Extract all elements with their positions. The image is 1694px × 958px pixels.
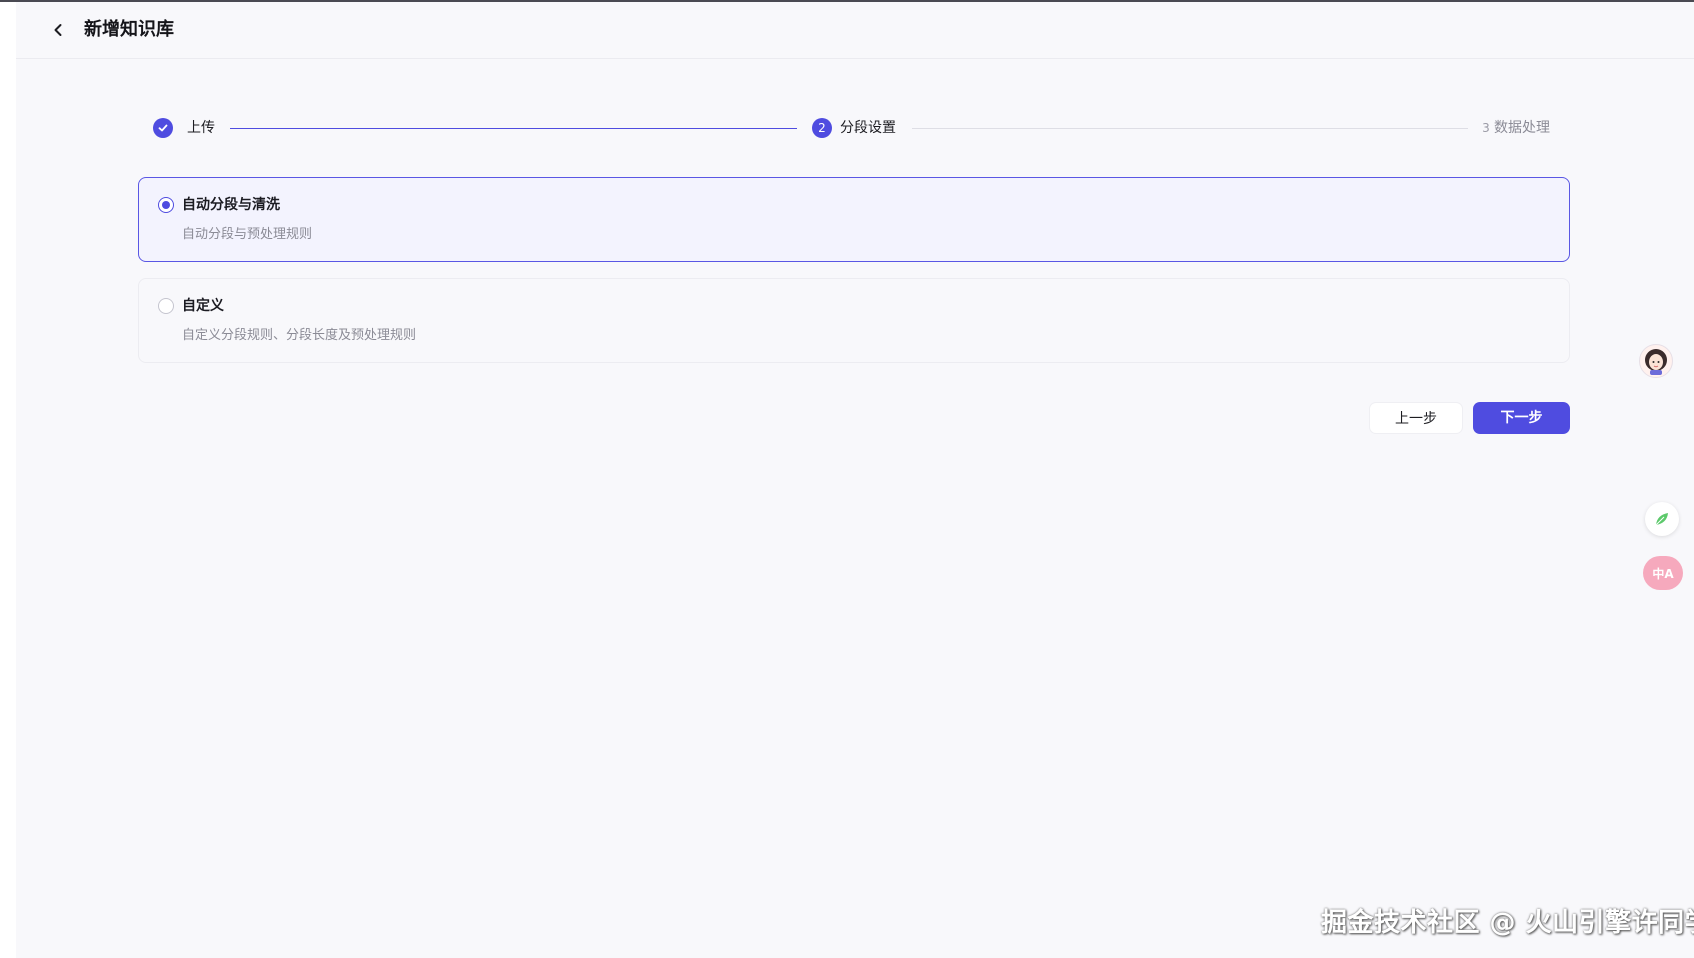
option-description: 自定义分段规则、分段长度及预处理规则 [182,328,417,343]
prev-step-button[interactable]: 上一步 [1369,402,1463,434]
assistant-avatar[interactable] [1639,344,1673,378]
step-process-label: 数据处理 [1494,120,1550,136]
option-title: 自动分段与清洗 [182,197,280,213]
page-title: 新增知识库 [84,19,174,40]
next-step-button[interactable]: 下一步 [1473,402,1570,434]
radio-selected[interactable] [158,197,174,213]
app-page: 新增知识库 上传 2 分段设置 3 数据处理 自动分段与清洗 自动分段与预处理规… [16,2,1694,958]
step-number-badge: 2 [812,118,832,138]
back-button[interactable] [46,18,70,42]
page-header: 新增知识库 [16,2,1694,59]
step-indicator: 上传 2 分段设置 3 数据处理 [16,114,1694,142]
radio-unselected[interactable] [158,298,174,314]
step-number-badge: 3 [1482,121,1490,135]
step-upload-label: 上传 [187,120,215,136]
option-description: 自动分段与预处理规则 [182,227,313,242]
translate-icon[interactable]: 中A [1643,556,1683,590]
option-auto-segment[interactable]: 自动分段与清洗 自动分段与预处理规则 [138,177,1570,262]
leaf-icon [1655,513,1668,526]
avatar-icon [1645,349,1667,375]
option-custom[interactable]: 自定义 自定义分段规则、分段长度及预处理规则 [138,278,1570,363]
step-segment-label: 分段设置 [840,120,896,136]
leaf-widget[interactable] [1645,502,1679,536]
option-title: 自定义 [182,298,224,314]
watermark: 掘金技术社区 @ 火山引擎许同学 [1321,908,1694,938]
step-connector-pending [912,128,1468,129]
check-circle-icon [153,118,173,138]
step-connector-done [230,128,797,129]
chevron-left-icon [54,24,62,36]
